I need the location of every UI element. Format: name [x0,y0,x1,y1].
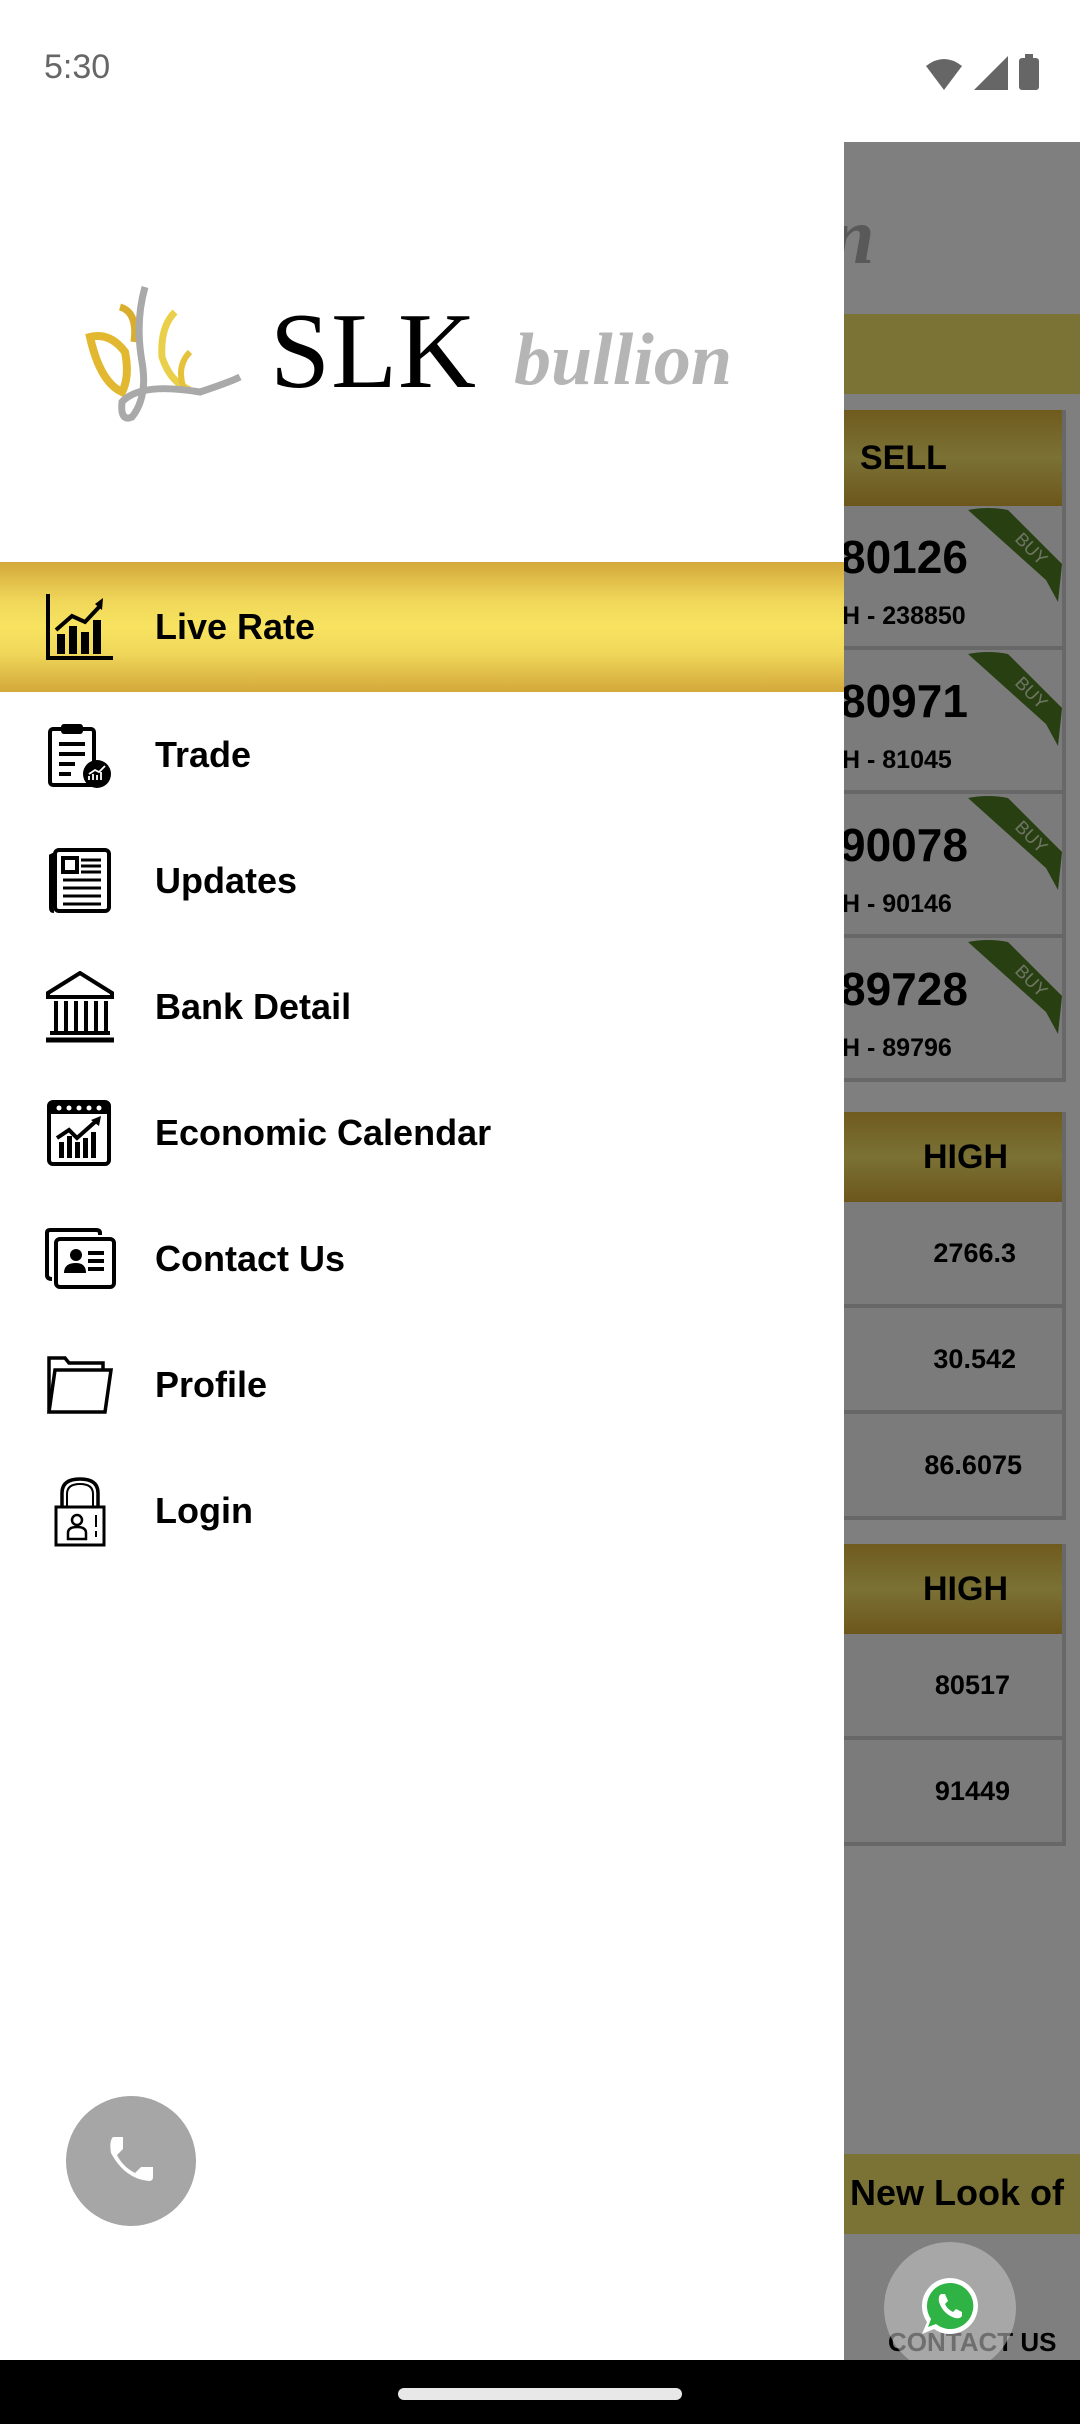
menu-item-contact-us[interactable]: Contact Us [0,1196,844,1322]
navigation-drawer: SLK bullion Live Rate Trade Updates Bank… [0,142,844,2360]
status-time: 5:30 [44,48,111,86]
drawer-menu: Live Rate Trade Updates Bank Detail Econ… [0,562,844,1574]
menu-label: Profile [155,1364,268,1405]
whatsapp-button[interactable] [884,2242,1016,2374]
lock-user-icon [44,1475,116,1547]
menu-item-bank-detail[interactable]: Bank Detail [0,944,844,1070]
menu-label: Economic Calendar [155,1112,492,1153]
status-icons [924,54,1040,95]
system-nav-bar [0,2360,1080,2424]
battery-icon [1018,54,1040,95]
newspaper-icon [44,845,116,917]
contact-card-icon [44,1223,116,1295]
menu-item-login[interactable]: Login [0,1448,844,1574]
logo-brand-text: SLK [270,292,478,411]
brand-logo: SLK bullion [80,282,770,422]
logo-suffix-text: bullion [514,319,732,401]
clipboard-chart-icon [44,719,116,791]
menu-label: Updates [155,860,298,901]
wifi-icon [924,58,964,95]
menu-label: Trade [155,734,252,775]
menu-label: Login [155,1490,253,1531]
status-bar: 5:30 [0,0,1080,142]
home-gesture-handle[interactable] [398,2388,682,2400]
signal-icon [974,56,1008,95]
menu-item-economic-calendar[interactable]: Economic Calendar [0,1070,844,1196]
call-button[interactable] [66,2096,196,2226]
calendar-chart-icon [44,1097,116,1169]
menu-item-trade[interactable]: Trade [0,692,844,818]
folder-icon [44,1349,116,1421]
whatsapp-icon [918,2274,982,2343]
menu-item-profile[interactable]: Profile [0,1322,844,1448]
menu-item-updates[interactable]: Updates [0,818,844,944]
menu-label: Bank Detail [155,986,352,1027]
menu-label: Live Rate [155,606,316,647]
bank-icon [44,971,116,1043]
phone-icon [105,2133,157,2190]
menu-item-live-rate[interactable]: Live Rate [0,562,844,692]
chart-growth-icon [44,591,116,663]
lotus-icon [85,286,242,422]
screen: 5:30 n SELL 80126 H - 238850 BUY [0,0,1080,2424]
menu-label: Contact Us [155,1238,346,1279]
